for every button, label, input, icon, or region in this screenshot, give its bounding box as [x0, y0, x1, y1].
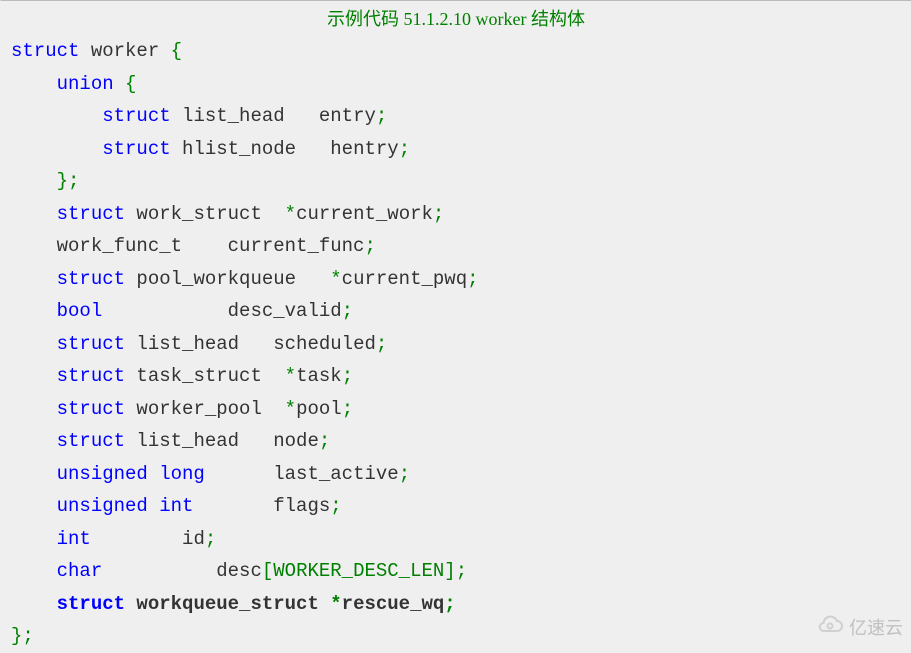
semicolon: ;	[433, 203, 444, 225]
bracket-open: [	[262, 560, 273, 582]
member-hentry: hlist_node hentry	[171, 138, 399, 160]
star: *	[285, 203, 296, 225]
type-task-struct: task_struct	[125, 365, 285, 387]
member-entry: list_head entry	[171, 105, 376, 127]
brace-close-semi: };	[57, 170, 80, 192]
member-desc: desc	[102, 560, 262, 582]
keyword-unsigned-long: unsigned long	[57, 463, 205, 485]
member-id: id	[91, 528, 205, 550]
member-flags: flags	[193, 495, 330, 517]
brace-close-semi: };	[11, 625, 34, 647]
member-last-active: last_active	[205, 463, 399, 485]
member-desc-valid: desc_valid	[102, 300, 341, 322]
identifier-worker: worker	[79, 40, 170, 62]
semicolon: ;	[376, 333, 387, 355]
keyword-struct: struct	[102, 105, 170, 127]
semicolon: ;	[342, 365, 353, 387]
brace-open: {	[171, 40, 182, 62]
code-document: 示例代码 51.1.2.10 worker 结构体 struct worker …	[0, 0, 911, 653]
type-pool-workqueue: pool_workqueue	[125, 268, 330, 290]
member-current-func: work_func_t current_func	[11, 235, 364, 257]
star: *	[330, 268, 341, 290]
member-rescue-wq: rescue_wq	[342, 593, 445, 615]
semicolon: ;	[205, 528, 216, 550]
star-bold: *	[330, 593, 341, 615]
keyword-char: char	[57, 560, 103, 582]
keyword-struct: struct	[57, 430, 125, 452]
semicolon-bold: ;	[444, 593, 455, 615]
keyword-struct: struct	[57, 203, 125, 225]
type-work-struct: work_struct	[125, 203, 285, 225]
semicolon: ;	[399, 138, 410, 160]
semicolon: ;	[399, 463, 410, 485]
keyword-unsigned-int: unsigned int	[57, 495, 194, 517]
semicolon: ;	[364, 235, 375, 257]
member-scheduled: list_head scheduled	[125, 333, 376, 355]
code-block: struct worker { union { struct list_head…	[1, 35, 911, 653]
semicolon: ;	[376, 105, 387, 127]
star: *	[285, 398, 296, 420]
member-current-work: current_work	[296, 203, 433, 225]
type-worker-pool: worker_pool	[125, 398, 285, 420]
member-task: task	[296, 365, 342, 387]
semicolon: ;	[467, 268, 478, 290]
semicolon: ;	[330, 495, 341, 517]
member-node: list_head node	[125, 430, 319, 452]
keyword-struct: struct	[57, 268, 125, 290]
keyword-bool: bool	[57, 300, 103, 322]
watermark-text: 亿速云	[849, 614, 903, 640]
keyword-struct-bold: struct	[57, 593, 125, 615]
semicolon: ;	[319, 430, 330, 452]
keyword-int: int	[57, 528, 91, 550]
constant-worker-desc-len: WORKER_DESC_LEN	[273, 560, 444, 582]
member-pool: pool	[296, 398, 342, 420]
star: *	[285, 365, 296, 387]
brace-open: {	[125, 73, 136, 95]
type-workqueue-struct: workqueue_struct	[125, 593, 330, 615]
keyword-struct: struct	[57, 365, 125, 387]
cloud-icon	[815, 615, 845, 640]
keyword-struct: struct	[57, 333, 125, 355]
semicolon: ;	[342, 300, 353, 322]
bracket-close-semi: ];	[444, 560, 467, 582]
code-title: 示例代码 51.1.2.10 worker 结构体	[1, 1, 911, 35]
keyword-union: union	[57, 73, 114, 95]
keyword-struct: struct	[57, 398, 125, 420]
watermark: 亿速云	[815, 614, 903, 640]
member-current-pwq: current_pwq	[342, 268, 467, 290]
keyword-struct: struct	[102, 138, 170, 160]
keyword-struct: struct	[11, 40, 79, 62]
semicolon: ;	[342, 398, 353, 420]
